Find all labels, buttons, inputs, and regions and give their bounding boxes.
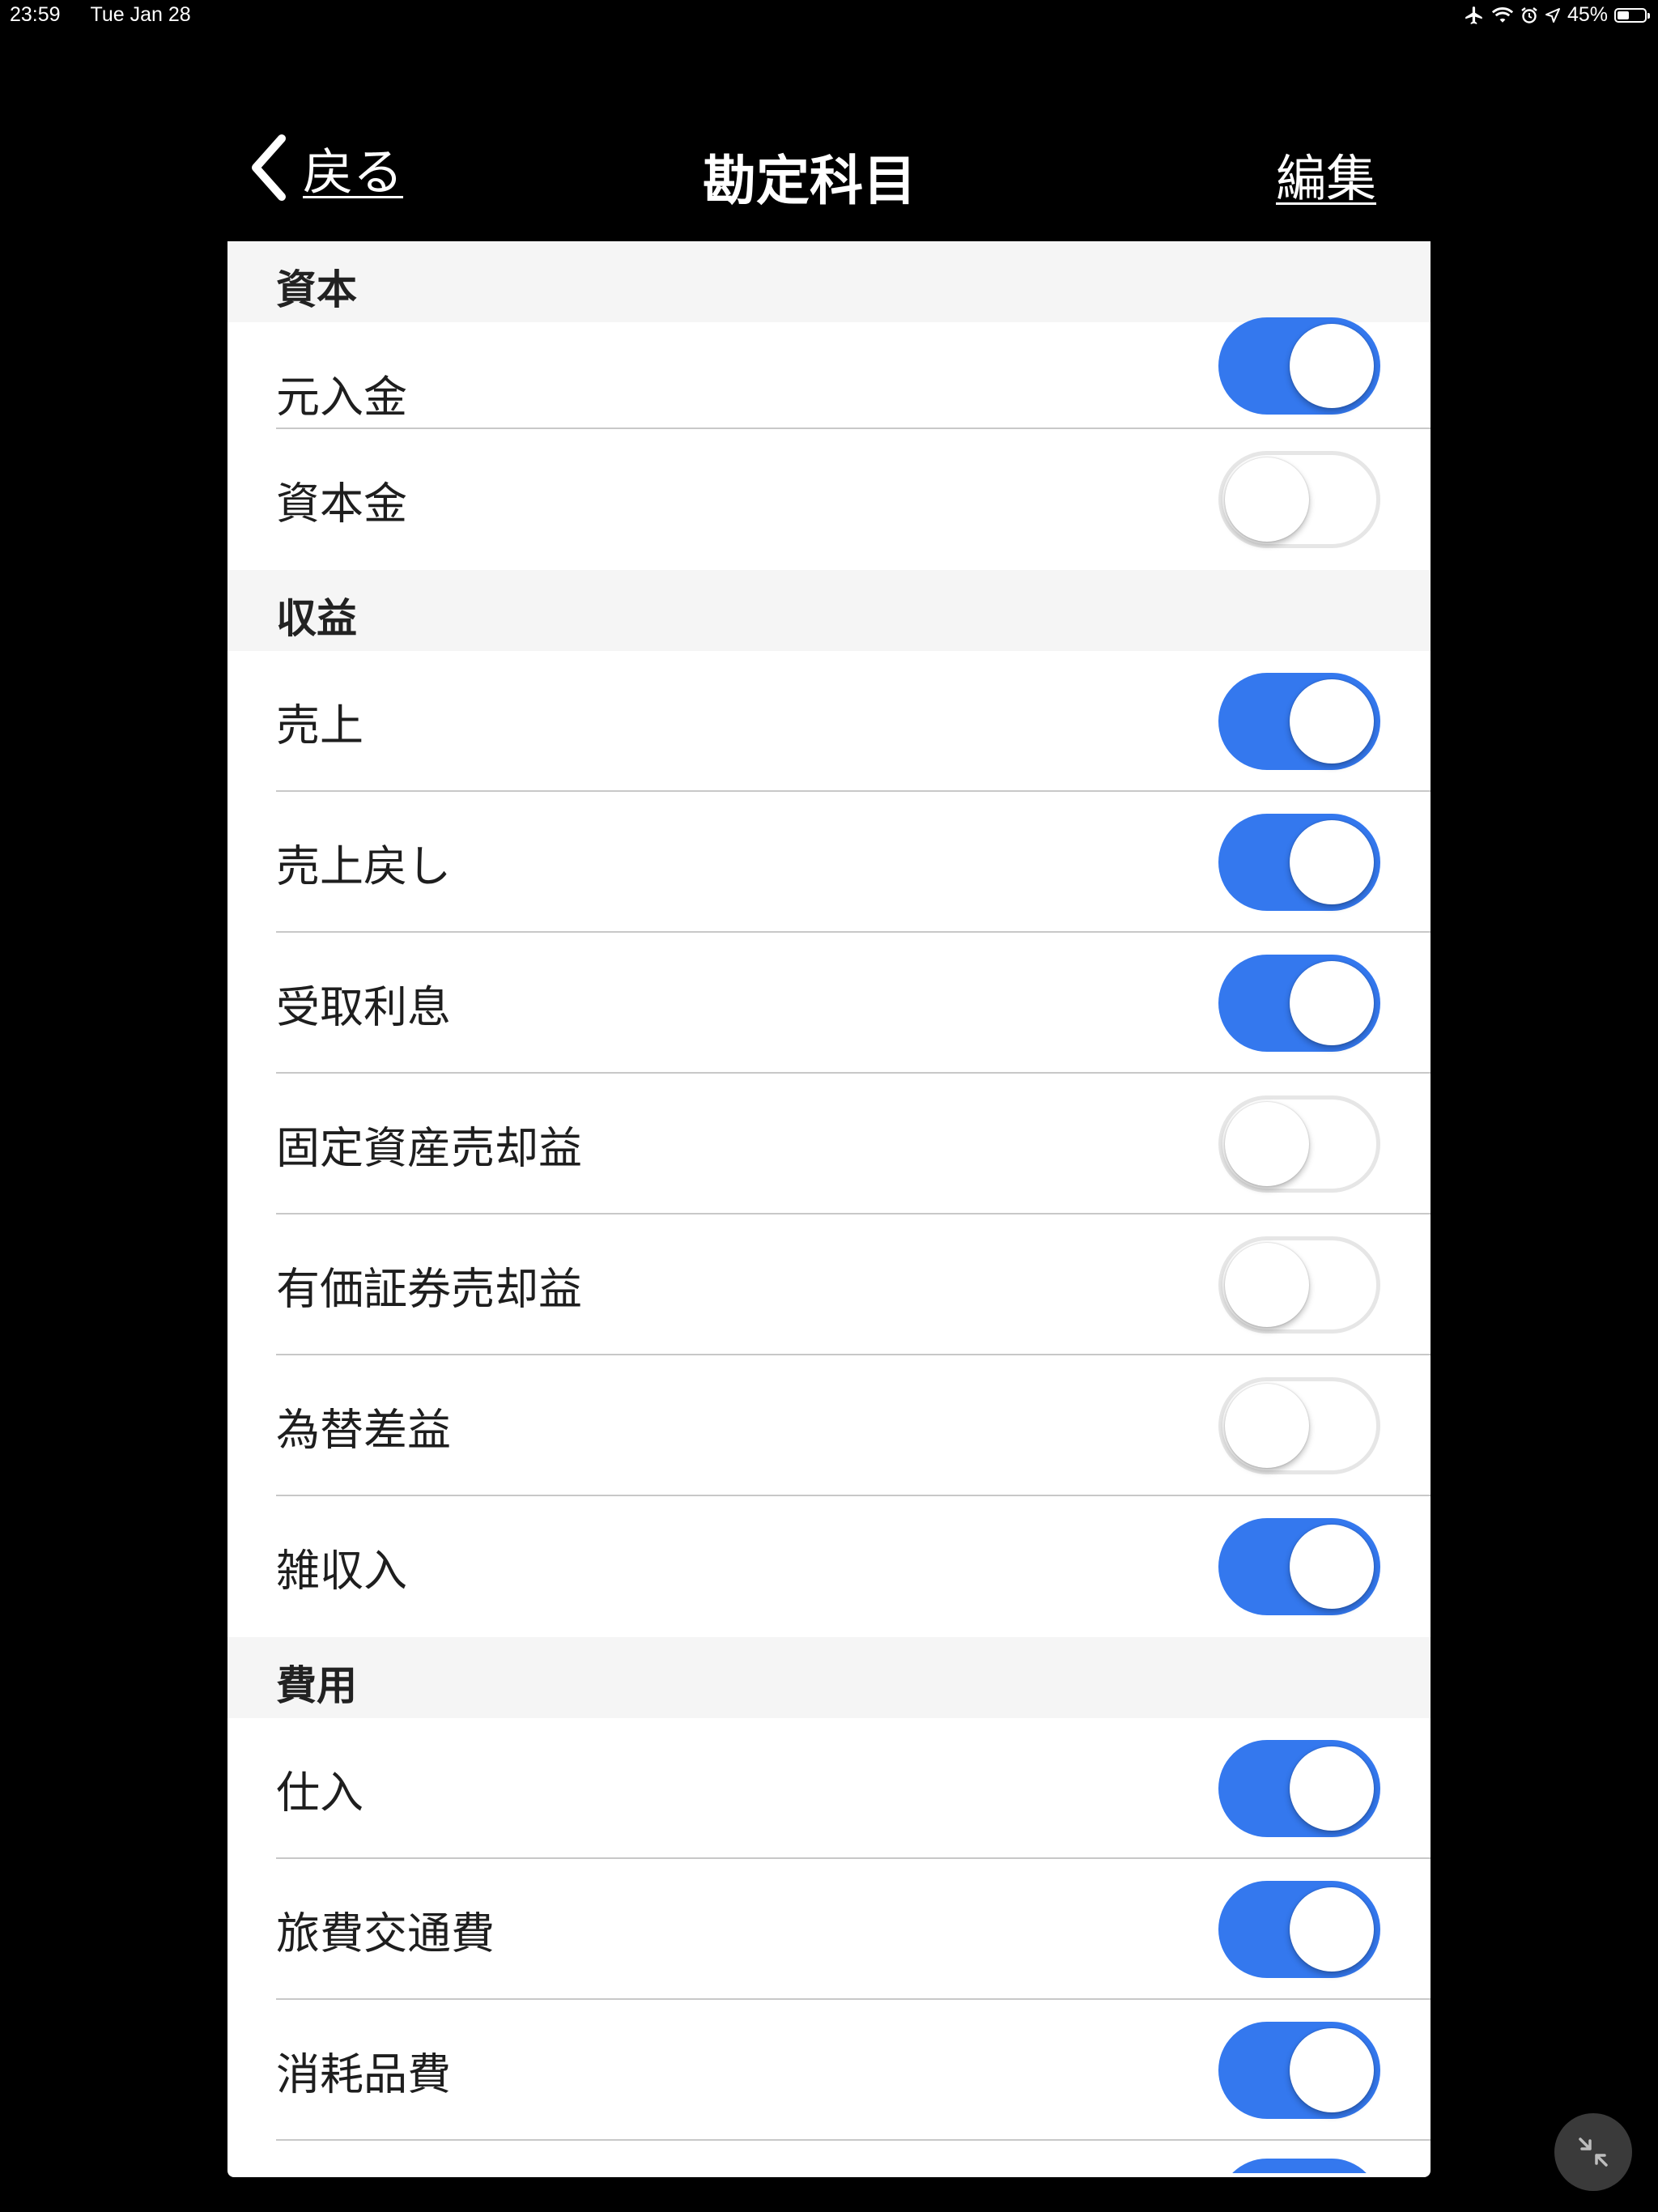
list-item: 売上: [227, 651, 1431, 792]
list-item-label: 受取利息: [276, 981, 451, 1033]
toggle-switch[interactable]: [1218, 317, 1380, 415]
list-item-label: 売上戻し: [276, 840, 451, 892]
list-item: 為替差益: [227, 1355, 1431, 1496]
list-item-label: 為替差益: [276, 1404, 451, 1456]
navigation-bar: 戻る 勘定科目 編集: [227, 121, 1392, 223]
toggle-switch[interactable]: [1218, 1518, 1380, 1615]
airplane-icon: [1464, 4, 1485, 27]
toggle-knob: [1290, 1746, 1374, 1831]
toggle-switch[interactable]: [1218, 1236, 1380, 1334]
toggle-knob: [1290, 679, 1374, 764]
toggle-switch[interactable]: [1218, 955, 1380, 1052]
section-header-revenue: 収益: [227, 570, 1431, 651]
toggle-switch[interactable]: [1218, 451, 1380, 548]
list-item-label: 旅費交通費: [276, 1908, 495, 1959]
toggle-switch[interactable]: [1218, 814, 1380, 911]
toggle-knob: [1290, 1887, 1374, 1972]
list-item-label: 有価証券売却益: [276, 1263, 582, 1315]
toggle-knob: [1225, 1102, 1309, 1186]
status-date: Tue Jan 28: [90, 3, 191, 26]
toggle-switch[interactable]: [1218, 1377, 1380, 1474]
list-item-label: 雑収入: [276, 1545, 407, 1597]
battery-icon: [1614, 7, 1650, 23]
list-item: 売上戻し: [227, 792, 1431, 933]
page-title: 勘定科目: [703, 150, 916, 212]
alarm-icon: [1520, 4, 1538, 27]
toggle-switch[interactable]: [1218, 1881, 1380, 1978]
status-time: 23:59: [10, 3, 61, 26]
list-item-label: 資本金: [276, 478, 407, 530]
toggle-knob: [1290, 1525, 1374, 1609]
toggle-switch[interactable]: [1218, 2022, 1380, 2119]
toggle-knob: [1225, 1384, 1309, 1468]
list-item: 消耗品費: [227, 2000, 1431, 2141]
status-bar: 23:59 Tue Jan 28 45%: [0, 0, 1658, 32]
section-header-capital: 資本: [227, 241, 1431, 322]
toggle-switch[interactable]: [1218, 2159, 1380, 2173]
section-header-expenses: 費用: [227, 1637, 1431, 1718]
collapse-button[interactable]: [1554, 2113, 1632, 2191]
list-item-label: 固定資産売却益: [276, 1122, 582, 1174]
toggle-knob: [1225, 457, 1309, 542]
toggle-knob: [1290, 324, 1374, 408]
list-item: 固定資産売却益: [227, 1074, 1431, 1214]
toggle-knob: [1225, 1243, 1309, 1327]
list-item-label: 仕入: [276, 1767, 363, 1819]
collapse-arrows-icon: [1579, 2138, 1608, 2167]
list-item-label: 消耗品費: [276, 2048, 451, 2100]
toggle-knob: [1290, 820, 1374, 904]
list-item: 有価証券売却益: [227, 1214, 1431, 1355]
list-item: 雑収入: [227, 1496, 1431, 1637]
toggle-switch[interactable]: [1218, 673, 1380, 770]
wifi-icon: [1491, 4, 1514, 27]
battery-percentage: 45%: [1567, 3, 1608, 26]
toggle-switch[interactable]: [1218, 1740, 1380, 1837]
toggle-switch[interactable]: [1218, 1095, 1380, 1193]
list-item: 受取利息: [227, 933, 1431, 1074]
account-list[interactable]: 資本 元入金 資本金 収益 売上 売上戻し 受取利息 固定資産売却益 有価証券売…: [227, 241, 1431, 2177]
list-item: 仕入: [227, 1718, 1431, 1859]
status-left: 23:59 Tue Jan 28: [10, 3, 191, 27]
edit-button[interactable]: 編集: [1276, 138, 1376, 211]
list-item-partial: [227, 2141, 1431, 2173]
toggle-knob: [1290, 2028, 1374, 2112]
list-item: 旅費交通費: [227, 1859, 1431, 2000]
toggle-knob: [1290, 961, 1374, 1045]
list-item-label: 売上: [276, 700, 363, 751]
location-icon: [1545, 4, 1561, 27]
list-item-label: 元入金: [276, 372, 407, 423]
list-item: 元入金: [227, 317, 1431, 429]
status-right: 45%: [1464, 3, 1650, 27]
list-item: 資本金: [227, 429, 1431, 570]
